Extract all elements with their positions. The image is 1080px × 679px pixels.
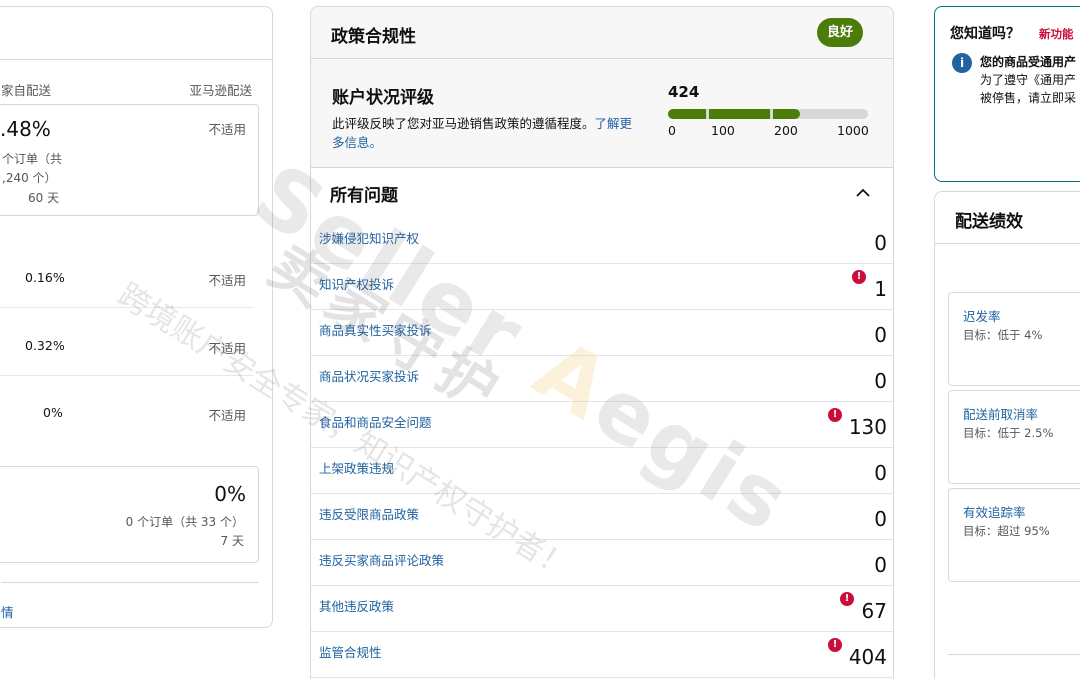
did-you-know-title: 您知道吗？: [950, 26, 1020, 42]
secondary-metric-value: 0%: [214, 482, 246, 506]
issue-label[interactable]: 违反受限商品政策: [319, 504, 419, 523]
policy-compliance-title: 政策合规性: [331, 27, 416, 47]
issue-label[interactable]: 食品和商品安全问题: [319, 412, 432, 431]
issue-row[interactable]: 监管合规性 404!: [311, 632, 893, 678]
column-header-amazon-fulfilled: 亚马逊配送: [189, 83, 252, 98]
chargeback-rate-value: 0%: [43, 405, 63, 420]
secondary-metric-box[interactable]: 0% 0 个订单（共 33 个） 7 天: [0, 466, 259, 563]
ahr-score: 424: [668, 83, 700, 101]
issue-row[interactable]: 知识产权投诉 1!: [311, 264, 893, 310]
secondary-time-window-text: 7 天: [220, 534, 244, 548]
policy-compliance-panel: 政策合规性 良好 账户状况评级 此评级反映了您对亚马逊销售政策的遵循程度。了解更…: [310, 6, 894, 679]
issue-label[interactable]: 监管合规性: [319, 642, 382, 661]
issue-count: 0: [874, 323, 887, 347]
issue-count: 67: [861, 599, 887, 623]
account-performance-panel: 家自配送 亚马逊配送 .48% 个订单（共 ,240 个） 60 天 不适用 0…: [0, 6, 273, 628]
view-details-link[interactable]: 情: [1, 602, 14, 621]
issue-label[interactable]: 上架政策违规: [319, 458, 394, 477]
issue-row[interactable]: 商品真实性买家投诉 0: [311, 310, 893, 356]
policy-compliance-header: 政策合规性 良好: [311, 7, 893, 59]
tip-text-line: 为了遵守《通用产: [980, 73, 1077, 87]
issue-row[interactable]: 食品和商品安全问题 130!: [311, 402, 893, 448]
shipping-performance-title: 配送绩效: [955, 212, 1023, 232]
pre-fulfillment-cancel-rate-box[interactable]: 配送前取消率 目标：低于 2.5%: [948, 390, 1080, 484]
score-bar-segment-1: [668, 109, 706, 119]
issue-count: 0: [874, 369, 887, 393]
account-health-rating-section: 账户状况评级 此评级反映了您对亚马逊销售政策的遵循程度。了解更多信息。 424 …: [311, 59, 893, 168]
panel-divider: [1, 582, 259, 583]
pre-fulfillment-cancel-rate-label: 配送前取消率: [963, 407, 1039, 422]
issue-count: 0: [874, 461, 887, 485]
chargeback-amazon-value: 不适用: [208, 408, 246, 423]
negative-feedback-rate-value: 0.16%: [25, 270, 65, 285]
status-badge: 良好: [816, 18, 863, 47]
order-count-text: 个订单（共: [2, 152, 63, 166]
order-total-text: ,240 个）: [2, 171, 57, 185]
score-tick-1000: 1000: [837, 123, 869, 138]
alert-icon: !: [840, 592, 854, 606]
a-to-z-amazon-value: 不适用: [208, 341, 246, 356]
order-defect-rate-value: .48%: [0, 117, 51, 141]
did-you-know-panel: 您知道吗？ 新功能 i 您的商品受通用产 为了遵守《通用产 被停售，请立即采: [934, 6, 1080, 182]
issue-label[interactable]: 违反买家商品评论政策: [319, 550, 444, 569]
issue-count: 130: [848, 415, 887, 439]
issue-label[interactable]: 其他违反政策: [319, 596, 394, 615]
issue-row[interactable]: 涉嫌侵犯知识产权 0: [311, 218, 893, 264]
issue-count: 0: [874, 231, 887, 255]
order-defect-rate-box[interactable]: .48% 个订单（共 ,240 个） 60 天 不适用: [0, 104, 259, 216]
late-dispatch-rate-label: 迟发率: [963, 309, 1001, 324]
tip-text-line: 被停售，请立即采: [980, 91, 1077, 105]
issue-row[interactable]: 商品状况买家投诉 0: [311, 356, 893, 402]
issue-label[interactable]: 涉嫌侵犯知识产权: [319, 228, 419, 247]
ahr-score-bar: [668, 109, 868, 119]
issue-row[interactable]: 违反买家商品评论政策 0: [311, 540, 893, 586]
negative-feedback-amazon-value: 不适用: [208, 273, 246, 288]
score-bar-segment-3: [773, 109, 800, 119]
issue-label[interactable]: 商品真实性买家投诉: [319, 320, 432, 339]
row-divider: [0, 375, 253, 376]
column-header-seller-fulfilled: 家自配送: [1, 83, 52, 98]
alert-icon: !: [852, 270, 866, 284]
score-tick-0: 0: [668, 123, 676, 138]
amazon-fulfilled-value: 不适用: [208, 122, 246, 137]
all-issues-title: 所有问题: [330, 186, 398, 206]
issue-count: 0: [874, 507, 887, 531]
panel-divider: [948, 654, 1080, 655]
score-tick-100: 100: [711, 123, 735, 138]
shipping-performance-panel: 配送绩效 迟发率 目标：低于 4% 配送前取消率 目标：低于 2.5% 有效追踪…: [934, 191, 1080, 679]
pre-fulfillment-cancel-rate-target: 目标：低于 2.5%: [963, 426, 1054, 440]
issue-count: 1: [874, 277, 887, 301]
a-to-z-claim-rate-value: 0.32%: [25, 338, 65, 353]
issue-count: 0: [874, 553, 887, 577]
issue-row[interactable]: 违反受限商品政策 0: [311, 494, 893, 540]
panel-divider: [0, 59, 272, 60]
ahr-description-text: 此评级反映了您对亚马逊销售政策的遵循程度。: [332, 116, 595, 131]
account-health-rating-title: 账户状况评级: [332, 88, 434, 108]
account-health-rating-description: 此评级反映了您对亚马逊销售政策的遵循程度。了解更多信息。: [332, 114, 642, 152]
score-bar-segment-2: [709, 109, 770, 119]
valid-tracking-rate-box[interactable]: 有效追踪率 目标：超过 95%: [948, 488, 1080, 582]
score-tick-200: 200: [774, 123, 798, 138]
issue-label[interactable]: 商品状况买家投诉: [319, 366, 419, 385]
late-dispatch-rate-target: 目标：低于 4%: [963, 328, 1043, 342]
chevron-up-icon[interactable]: [853, 183, 873, 203]
alert-icon: !: [828, 638, 842, 652]
alert-icon: !: [828, 408, 842, 422]
info-icon: i: [952, 53, 972, 73]
issue-label[interactable]: 知识产权投诉: [319, 274, 394, 293]
row-divider: [0, 307, 253, 308]
late-dispatch-rate-box[interactable]: 迟发率 目标：低于 4%: [948, 292, 1080, 386]
issue-row[interactable]: 其他违反政策 67!: [311, 586, 893, 632]
tip-headline: 您的商品受通用产: [980, 55, 1077, 69]
issue-count: 404: [848, 645, 887, 669]
time-window-text: 60 天: [28, 191, 60, 205]
issue-row[interactable]: 上架政策违规 0: [311, 448, 893, 494]
valid-tracking-rate-target: 目标：超过 95%: [963, 524, 1050, 538]
secondary-order-count-text: 0 个订单（共 33 个）: [125, 515, 244, 529]
shipping-performance-header: 配送绩效: [935, 192, 1080, 244]
valid-tracking-rate-label: 有效追踪率: [963, 505, 1026, 520]
new-feature-label: 新功能: [1039, 27, 1074, 41]
